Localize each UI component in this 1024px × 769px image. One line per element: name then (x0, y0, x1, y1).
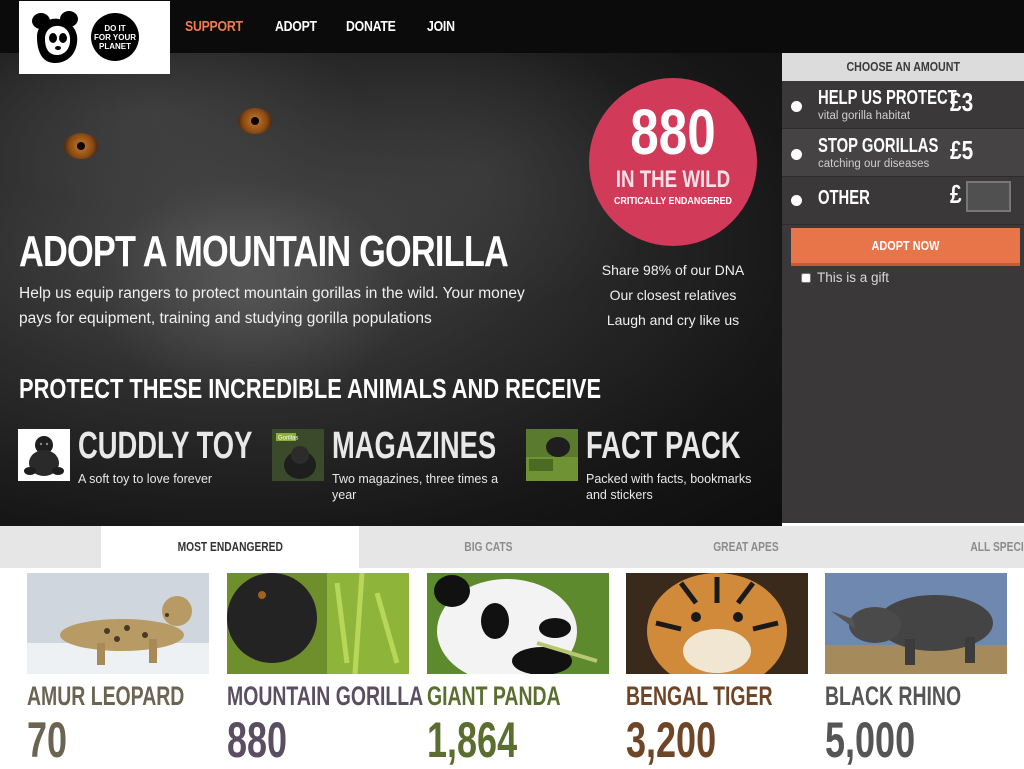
gift-label: This is a gift (817, 270, 890, 285)
gorilla-eye-right (238, 108, 272, 134)
nav-adopt[interactable]: ADOPT (275, 18, 317, 35)
animal-card-giant-panda[interactable]: GIANT PANDA 1,864 (427, 573, 609, 768)
tab-most-endangered[interactable]: MOST ENDANGERED (101, 526, 359, 568)
fact-item: Laugh and cry like us (606, 312, 740, 328)
radio-button[interactable] (791, 195, 802, 206)
amount-panel: CHOOSE AN AMOUNT HELP US PROTECT vital g… (782, 53, 1024, 523)
tab-all-species[interactable]: ALL SPECIES (875, 526, 1024, 568)
reward-title: CUDDLY TOY (78, 425, 253, 467)
tab-great-apes[interactable]: GREAT APES (617, 526, 875, 568)
option-subtitle: vital gorilla habitat (818, 110, 911, 122)
animal-name: MOUNTAIN GORILLA (227, 681, 424, 711)
panda-logo-icon (32, 11, 78, 63)
wwf-logo[interactable]: DO IT FOR YOUR PLANET (19, 1, 170, 74)
population-stat-circle: 880 IN THE WILD CRITICALLY ENDANGERED (589, 78, 757, 246)
main-nav: SUPPORT ADOPT DONATE JOIN (185, 18, 481, 35)
reward-description: Packed with facts, bookmarks and sticker… (586, 472, 752, 502)
animal-count: 1,864 (427, 712, 518, 768)
animal-count: 70 (27, 712, 68, 768)
adopt-now-button[interactable]: ADOPT NOW (791, 228, 1020, 266)
hero-description: Help us equip rangers to protect mountai… (19, 285, 525, 327)
radio-button[interactable] (791, 101, 802, 112)
option-subtitle: catching our diseases (818, 158, 930, 170)
magazines-image: Gorillas (272, 429, 324, 481)
animal-name: BENGAL TIGER (626, 681, 773, 711)
gift-checkbox-row[interactable]: This is a gift (801, 270, 889, 285)
gift-checkbox[interactable] (801, 272, 811, 283)
reward-title: MAGAZINES (332, 425, 497, 467)
option-price: £5 (950, 135, 974, 165)
panel-heading: CHOOSE AN AMOUNT (782, 53, 1024, 81)
animal-name: GIANT PANDA (427, 681, 561, 711)
category-tabs: MOST ENDANGERED BIG CATS GREAT APES ALL … (0, 526, 1024, 568)
population-number: 880 (630, 96, 716, 168)
animal-count: 880 (227, 712, 288, 768)
conservation-status: CRITICALLY ENDANGERED (613, 195, 733, 207)
hero-title: ADOPT A MOUNTAIN GORILLA (19, 227, 509, 276)
bengal-tiger-image (626, 573, 808, 689)
fact-item: Share 98% of our DNA (601, 262, 745, 278)
gorilla-eye-left (64, 133, 98, 159)
nav-support[interactable]: SUPPORT (185, 18, 243, 35)
option-price: £3 (950, 87, 974, 117)
amount-option-5[interactable]: STOP GORILLAS catching our diseases £5 (782, 129, 1024, 177)
svg-text:Gorillas: Gorillas (278, 436, 298, 442)
animal-name: AMUR LEOPARD (27, 681, 185, 711)
reward-fact-pack: FACT PACK Packed with facts, bookmarks a… (526, 425, 780, 502)
animal-list: AMUR LEOPARD 70 MOUNTAIN GORILLA 880 GIA… (27, 572, 1024, 768)
animal-card-black-rhino[interactable]: BLACK RHINO 5,000 (825, 573, 1007, 768)
other-amount-input[interactable] (966, 181, 1011, 212)
tab-big-cats[interactable]: BIG CATS (359, 526, 617, 568)
do-it-badge: DO IT FOR YOUR PLANET (91, 13, 139, 61)
option-title: HELP US PROTECT (818, 87, 957, 109)
animal-name: BLACK RHINO (825, 681, 962, 711)
reward-description: A soft toy to love forever (78, 472, 213, 486)
giant-panda-image (427, 573, 609, 683)
radio-button[interactable] (791, 149, 802, 160)
nav-donate[interactable]: DONATE (346, 18, 396, 35)
option-title: OTHER (818, 187, 870, 209)
gorilla-facts: Share 98% of our DNA Our closest relativ… (580, 258, 766, 333)
reward-cuddly-toy: CUDDLY TOY A soft toy to love forever (18, 425, 272, 499)
amount-option-3[interactable]: HELP US PROTECT vital gorilla habitat £3 (782, 81, 1024, 129)
reward-title: FACT PACK (586, 425, 741, 467)
animal-count: 3,200 (626, 712, 717, 768)
reward-magazines: Gorillas MAGAZINES Two magazines, three … (272, 425, 526, 502)
black-rhino-image (825, 573, 1007, 674)
fact-pack-image (526, 429, 578, 481)
cuddly-toy-image (18, 429, 70, 481)
rewards-heading: PROTECT THESE INCREDIBLE ANIMALS AND REC… (19, 373, 602, 404)
reward-description: Two magazines, three times a year (332, 472, 499, 502)
animal-card-amur-leopard[interactable]: AMUR LEOPARD 70 (27, 573, 209, 768)
nav-join[interactable]: JOIN (427, 18, 455, 35)
population-label: IN THE WILD (615, 166, 731, 193)
option-price: £ (950, 179, 962, 209)
amur-leopard-image (27, 573, 209, 674)
rewards-list: CUDDLY TOY A soft toy to love forever Go… (18, 425, 780, 502)
animal-card-bengal-tiger[interactable]: BENGAL TIGER 3,200 (626, 573, 808, 768)
mountain-gorilla-image (227, 572, 409, 675)
fact-item: Our closest relatives (609, 287, 737, 303)
animal-count: 5,000 (825, 712, 916, 768)
animal-card-mountain-gorilla[interactable]: MOUNTAIN GORILLA 880 (227, 572, 423, 768)
option-title: STOP GORILLAS (818, 135, 939, 157)
